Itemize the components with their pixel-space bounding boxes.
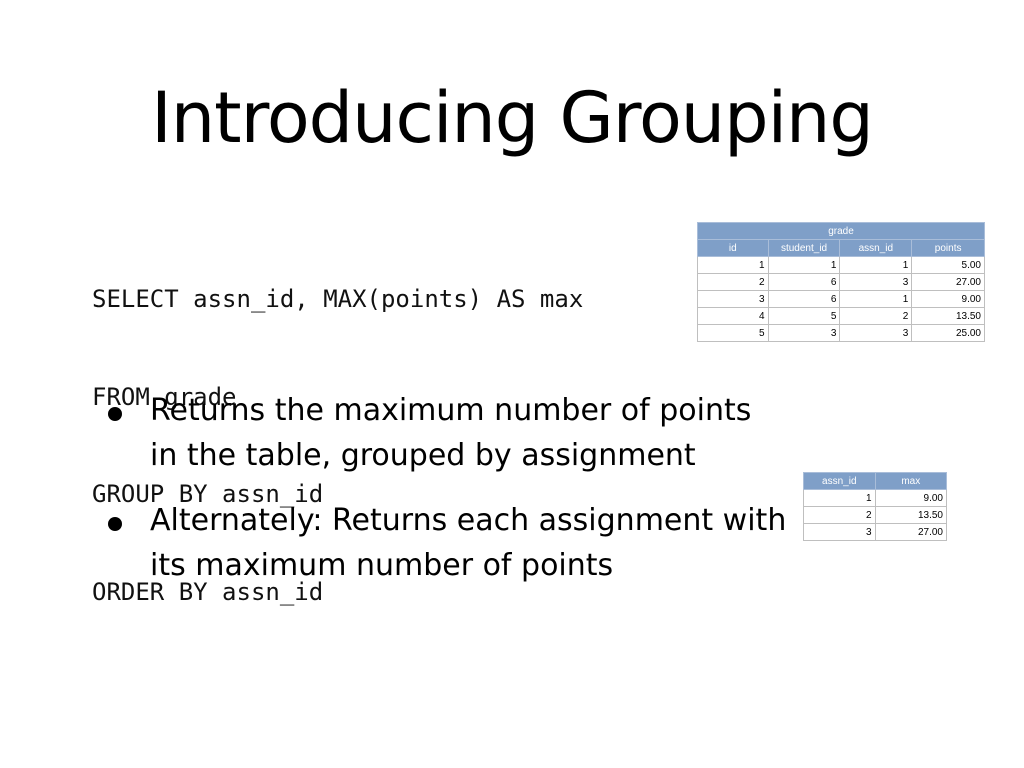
table-row: 1 9.00 <box>803 489 948 507</box>
table-cell: 3 <box>839 273 913 291</box>
table-cell: 13.50 <box>911 307 985 325</box>
table-cell: 25.00 <box>911 324 985 342</box>
table-cell: 3 <box>767 324 841 342</box>
table-cell: 3 <box>697 290 769 308</box>
slide-title: Introducing Grouping <box>151 77 874 159</box>
table-cell: 27.00 <box>874 523 948 541</box>
table-row: 3 27.00 <box>803 523 948 541</box>
bullet-dot-icon <box>108 407 122 421</box>
table-cell: 5 <box>767 307 841 325</box>
bullet-dot-icon <box>108 517 122 531</box>
table-cell: 1 <box>839 256 913 274</box>
table-cell: 9.00 <box>874 489 948 507</box>
table-cell: 9.00 <box>911 290 985 308</box>
bullet-list: Returns the maximum number of points in … <box>108 388 788 608</box>
table-cell: 4 <box>697 307 769 325</box>
table-cell: 1 <box>697 256 769 274</box>
table-cell: 13.50 <box>874 506 948 524</box>
result-column-header: assn_id <box>803 472 876 490</box>
table-cell: 6 <box>767 290 841 308</box>
table-row: 5 3 3 25.00 <box>697 324 985 342</box>
grade-table-caption: grade <box>697 222 985 240</box>
table-row: 2 13.50 <box>803 506 948 524</box>
result-table: assn_id max 1 9.00 2 13.50 3 27.00 <box>803 472 948 541</box>
table-row: 2 6 3 27.00 <box>697 273 985 291</box>
table-row: 3 6 1 9.00 <box>697 290 985 308</box>
grade-column-header: id <box>697 239 769 257</box>
table-cell: 5 <box>697 324 769 342</box>
grade-column-header: student_id <box>767 239 841 257</box>
table-cell: 2 <box>839 307 913 325</box>
table-row: 4 5 2 13.50 <box>697 307 985 325</box>
grade-column-header: assn_id <box>839 239 913 257</box>
table-cell: 1 <box>839 290 913 308</box>
table-cell: 3 <box>839 324 913 342</box>
code-line: SELECT assn_id, MAX(points) AS max <box>92 285 584 313</box>
bullet-item: Alternately: Returns each assignment wit… <box>108 498 788 588</box>
table-row: 1 1 1 5.00 <box>697 256 985 274</box>
result-column-header: max <box>874 472 948 490</box>
table-cell: 3 <box>803 523 876 541</box>
table-cell: 5.00 <box>911 256 985 274</box>
table-cell: 27.00 <box>911 273 985 291</box>
bullet-text: Returns the maximum number of points in … <box>150 393 752 473</box>
grade-column-header: points <box>911 239 985 257</box>
table-cell: 2 <box>697 273 769 291</box>
table-cell: 2 <box>803 506 876 524</box>
table-cell: 1 <box>767 256 841 274</box>
grade-table: grade id student_id assn_id points 1 1 1… <box>697 222 985 342</box>
slide: Introducing Grouping SELECT assn_id, MAX… <box>0 0 1024 768</box>
table-cell: 6 <box>767 273 841 291</box>
bullet-item: Returns the maximum number of points in … <box>108 388 788 478</box>
bullet-text: Alternately: Returns each assignment wit… <box>150 503 787 583</box>
table-cell: 1 <box>803 489 876 507</box>
